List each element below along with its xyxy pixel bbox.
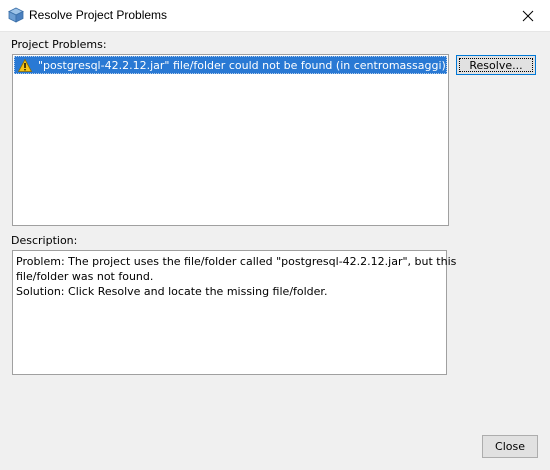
close-icon — [522, 10, 534, 21]
resolve-button-label: Resolve... — [469, 58, 523, 72]
title-bar: Resolve Project Problems — [0, 0, 550, 32]
close-button-label: Close — [495, 440, 525, 453]
close-button[interactable]: Close — [482, 435, 538, 458]
description-textarea[interactable]: Problem: The project uses the file/folde… — [12, 250, 457, 375]
window-title: Resolve Project Problems — [29, 8, 168, 22]
warning-icon — [18, 58, 32, 72]
window-close-button[interactable] — [506, 0, 550, 31]
list-item[interactable]: "postgresql-42.2.12.jar" file/folder cou… — [14, 56, 447, 74]
description-label: Description: — [11, 234, 78, 247]
project-problems-label: Project Problems: — [11, 38, 107, 51]
description-line: Problem: The project uses the file/folde… — [16, 255, 457, 268]
resolve-button[interactable]: Resolve... — [456, 55, 536, 75]
project-cube-icon — [8, 7, 24, 23]
description-line: file/folder was not found. — [16, 270, 154, 283]
description-line: Solution: Click Resolve and locate the m… — [16, 285, 328, 298]
problem-text: "postgresql-42.2.12.jar" file/folder cou… — [38, 58, 446, 72]
problems-list[interactable]: "postgresql-42.2.12.jar" file/folder cou… — [12, 54, 449, 226]
